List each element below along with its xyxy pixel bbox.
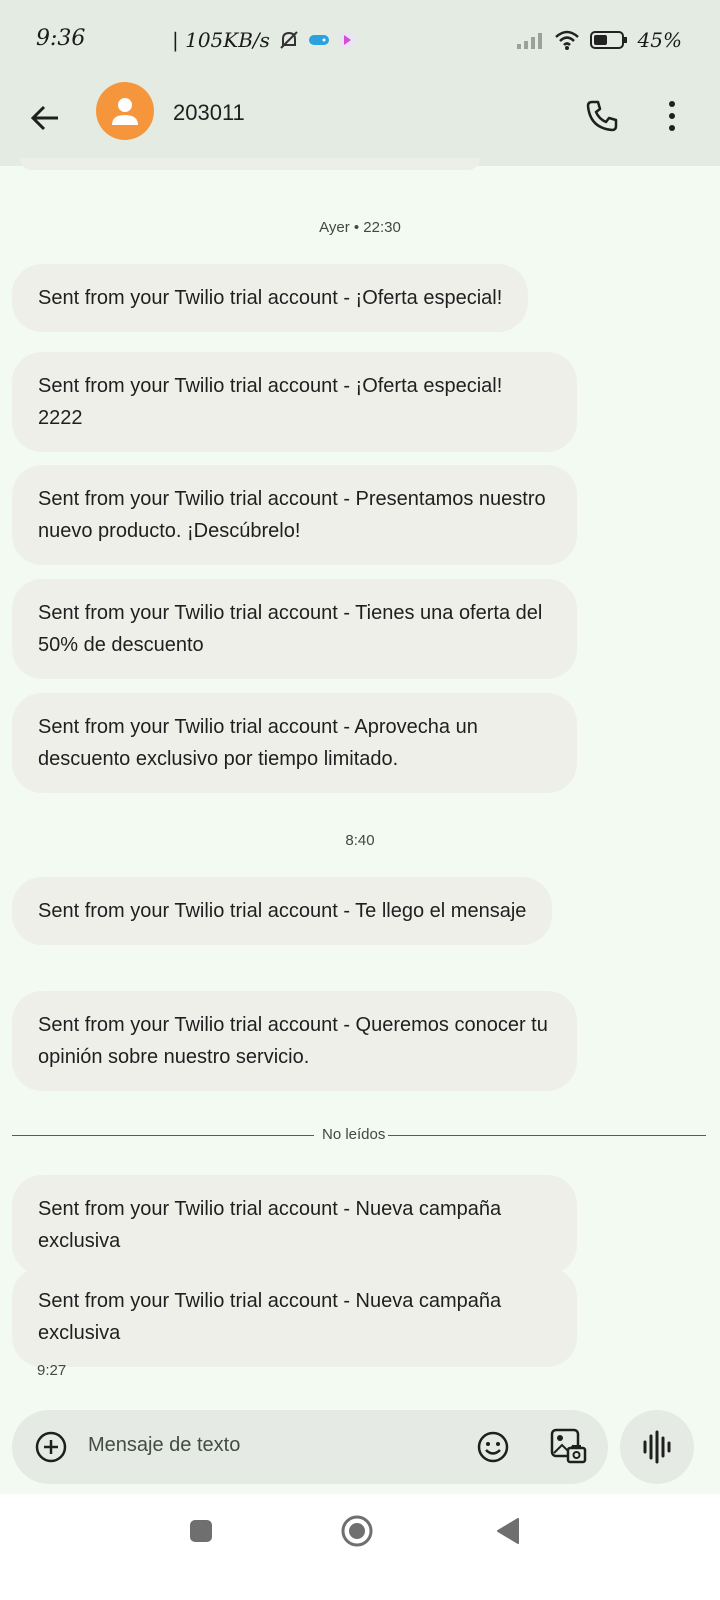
status-time: 9:36 xyxy=(36,26,86,51)
emoji-icon[interactable] xyxy=(476,1430,510,1464)
conversation-header: 203011 xyxy=(0,82,720,166)
message-composer: Mensaje de texto xyxy=(12,1410,608,1484)
bell-muted-icon xyxy=(280,31,298,49)
battery-level: 45% xyxy=(637,28,682,52)
message-time: 9:27 xyxy=(37,1362,67,1379)
status-bar: 9:36 | 105KB/s 45% xyxy=(0,0,720,84)
play-store-icon xyxy=(338,32,355,48)
status-notifications: | 105KB/s xyxy=(172,28,356,52)
signal-icon xyxy=(516,33,542,49)
arrow-left-icon[interactable] xyxy=(26,98,66,138)
plus-circle-icon[interactable] xyxy=(34,1430,68,1464)
message-bubble[interactable]: Sent from your Twilio trial account - Te… xyxy=(12,877,553,945)
wifi-icon xyxy=(554,30,579,50)
gamepad-icon xyxy=(308,35,329,45)
unread-label: No leídos xyxy=(322,1126,386,1143)
status-indicators: 45% xyxy=(516,28,682,52)
message-bubble[interactable]: Sent from your Twilio trial account - Nu… xyxy=(12,1267,577,1367)
message-bubble[interactable]: Sent from your Twilio trial account - ¡O… xyxy=(12,264,529,332)
avatar[interactable] xyxy=(96,82,154,140)
contact-name[interactable]: 203011 xyxy=(173,100,245,126)
back-triangle-icon[interactable] xyxy=(494,1516,522,1546)
message-input[interactable]: Mensaje de texto xyxy=(88,1434,240,1457)
time-timestamp: 8:40 xyxy=(345,832,375,849)
gallery-icon[interactable] xyxy=(548,1426,588,1466)
more-vertical-icon[interactable] xyxy=(660,96,684,136)
unread-divider: No leídos xyxy=(12,1122,706,1150)
message-bubble[interactable]: Sent from your Twilio trial account - ¡O… xyxy=(12,352,577,452)
recents-button[interactable] xyxy=(190,1520,212,1542)
waveform-icon xyxy=(643,1430,671,1464)
network-speed: | 105KB/s xyxy=(172,28,270,52)
home-button[interactable] xyxy=(340,1514,374,1548)
date-timestamp: Ayer • 22:30 xyxy=(319,219,401,236)
divider-line-left xyxy=(12,1135,314,1136)
person-icon xyxy=(112,98,138,125)
message-bubble[interactable]: Sent from your Twilio trial account - Ap… xyxy=(12,693,577,793)
voice-message-button[interactable] xyxy=(620,1410,694,1484)
battery-icon xyxy=(589,31,627,49)
phone-icon[interactable] xyxy=(582,96,622,136)
message-bubble[interactable]: Sent from your Twilio trial account - Qu… xyxy=(12,991,577,1091)
message-bubble[interactable]: Sent from your Twilio trial account - Ti… xyxy=(12,579,577,679)
message-bubble[interactable]: Sent from your Twilio trial account - Pr… xyxy=(12,465,577,565)
message-bubble[interactable]: Sent from your Twilio trial account - Nu… xyxy=(12,1175,577,1275)
system-nav-bar xyxy=(0,1494,720,1600)
previous-message-edge xyxy=(20,158,480,170)
divider-line-right xyxy=(388,1135,706,1136)
